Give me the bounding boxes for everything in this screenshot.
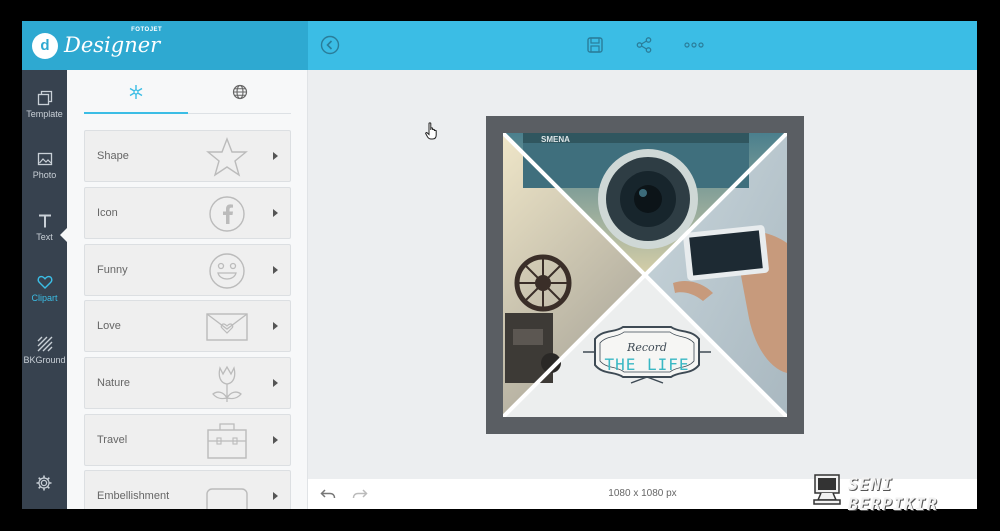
category-label: Love xyxy=(97,320,121,332)
text-icon xyxy=(38,214,51,228)
gear-icon[interactable] xyxy=(35,474,53,497)
category-label: Travel xyxy=(97,434,128,446)
love-envelope-icon xyxy=(206,313,248,341)
share-icon[interactable] xyxy=(634,35,654,55)
category-nature[interactable]: Nature xyxy=(84,357,291,409)
rail-label-background: BKGround xyxy=(23,355,66,365)
rail-label-clipart: Clipart xyxy=(31,293,58,303)
category-shape[interactable]: Shape xyxy=(84,130,291,182)
tab-underline xyxy=(84,112,188,114)
app-window: d Designer FOTOJET Template Photo Text C… xyxy=(22,21,977,509)
more-icon[interactable] xyxy=(684,35,704,55)
design-canvas[interactable]: SMENA Record THE LIFE xyxy=(486,116,804,434)
facebook-circle-icon xyxy=(209,196,245,232)
active-pointer xyxy=(60,227,68,243)
category-funny[interactable]: Funny xyxy=(84,244,291,296)
category-label: Nature xyxy=(97,377,131,389)
rail-item-photo[interactable]: Photo xyxy=(22,145,67,193)
category-label: Embellishment xyxy=(97,490,170,502)
frame-icon xyxy=(206,488,248,509)
photo-icon xyxy=(37,152,52,166)
category-love[interactable]: Love xyxy=(84,300,291,352)
category-embellishment[interactable]: Embellishment xyxy=(84,470,291,509)
rail-label-photo: Photo xyxy=(32,170,57,180)
tab-clipart-local[interactable] xyxy=(84,70,187,114)
badge-main-text: THE LIFE xyxy=(604,355,689,374)
undo-icon[interactable] xyxy=(320,487,336,506)
back-icon[interactable] xyxy=(320,35,340,55)
rail-label-text: Text xyxy=(36,232,53,242)
chevron-right-icon xyxy=(273,266,278,274)
brand-name: Designer xyxy=(64,33,161,57)
category-icon[interactable]: Icon xyxy=(84,187,291,239)
brand-logo[interactable]: d Designer FOTOJET xyxy=(22,21,308,70)
logo-text: Designer FOTOJET xyxy=(64,27,162,57)
category-travel[interactable]: Travel xyxy=(84,414,291,466)
camera-brand-text: SMENA xyxy=(541,135,570,144)
left-rail: Template Photo Text Clipart BKGround xyxy=(22,70,67,509)
chevron-right-icon xyxy=(273,209,278,217)
chevron-right-icon xyxy=(273,152,278,160)
chevron-right-icon xyxy=(273,322,278,330)
background-icon xyxy=(37,336,52,352)
chevron-right-icon xyxy=(273,436,278,444)
tulip-icon xyxy=(212,365,242,402)
star-icon xyxy=(206,137,248,177)
rail-item-clipart[interactable]: Clipart xyxy=(22,268,67,316)
top-bar: d Designer FOTOJET xyxy=(22,21,977,70)
smiley-icon xyxy=(209,253,245,289)
chevron-right-icon xyxy=(273,379,278,387)
save-icon[interactable] xyxy=(585,35,605,55)
tab-clipart-online[interactable] xyxy=(188,70,291,114)
clipart-panel: Shape Icon Funny Love Nature Travel Embe… xyxy=(67,70,308,509)
watermark-text: SENI BERPIKIR xyxy=(848,475,938,515)
snowflake-icon xyxy=(129,85,142,99)
panel-tabs xyxy=(84,70,291,114)
template-icon xyxy=(37,90,52,106)
heart-icon xyxy=(37,275,52,289)
suitcase-icon xyxy=(207,423,247,459)
category-label: Shape xyxy=(97,150,129,162)
logo-mark-icon: d xyxy=(32,32,58,59)
redo-icon[interactable] xyxy=(352,487,368,506)
chevron-right-icon xyxy=(273,492,278,500)
category-label: Icon xyxy=(97,207,118,219)
rail-label-template: Template xyxy=(26,109,63,119)
watermark: SENI BERPIKIR xyxy=(812,470,987,515)
brand-sub: FOTOJET xyxy=(131,27,163,33)
computer-icon xyxy=(813,474,841,505)
badge-top-text: Record xyxy=(626,341,667,354)
hand-cursor-icon xyxy=(425,122,439,145)
rail-item-background[interactable]: BKGround xyxy=(22,330,67,378)
globe-icon xyxy=(232,84,247,100)
rail-item-template[interactable]: Template xyxy=(22,84,67,132)
category-label: Funny xyxy=(97,264,128,276)
collage-artwork[interactable]: SMENA Record THE LIFE xyxy=(503,133,787,417)
